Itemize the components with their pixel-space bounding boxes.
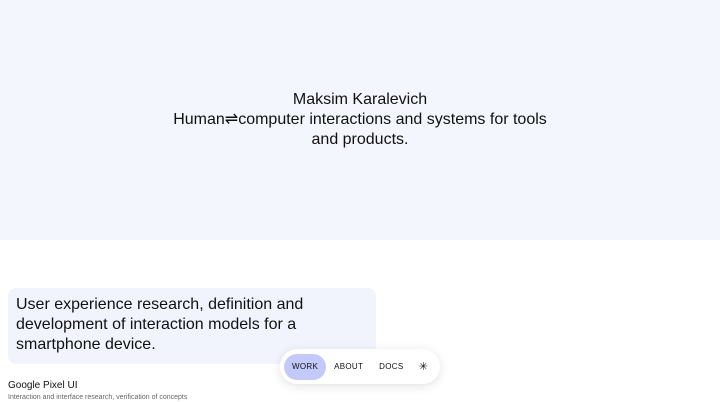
- nav-work-button[interactable]: WORK: [284, 353, 327, 380]
- theme-toggle-icon[interactable]: ✳: [411, 354, 435, 380]
- project-title[interactable]: Google Pixel UI: [8, 380, 77, 392]
- hero-name: Maksim Karalevich: [292, 91, 428, 108]
- hero-text: Maksim Karalevich Human⇌computer interac…: [0, 90, 720, 150]
- hero-section: Maksim Karalevich Human⇌computer interac…: [0, 0, 720, 240]
- project-subtitle: Interaction and interface research, veri…: [8, 394, 188, 401]
- floating-nav: WORK ABOUT DOCS ✳: [280, 349, 440, 384]
- nav-about-button[interactable]: ABOUT: [326, 354, 371, 380]
- hero-tagline: Human⇌computer interactions and systems …: [173, 111, 547, 148]
- nav-docs-button[interactable]: DOCS: [371, 354, 411, 380]
- project-card-description: User experience research, definition and…: [16, 296, 304, 353]
